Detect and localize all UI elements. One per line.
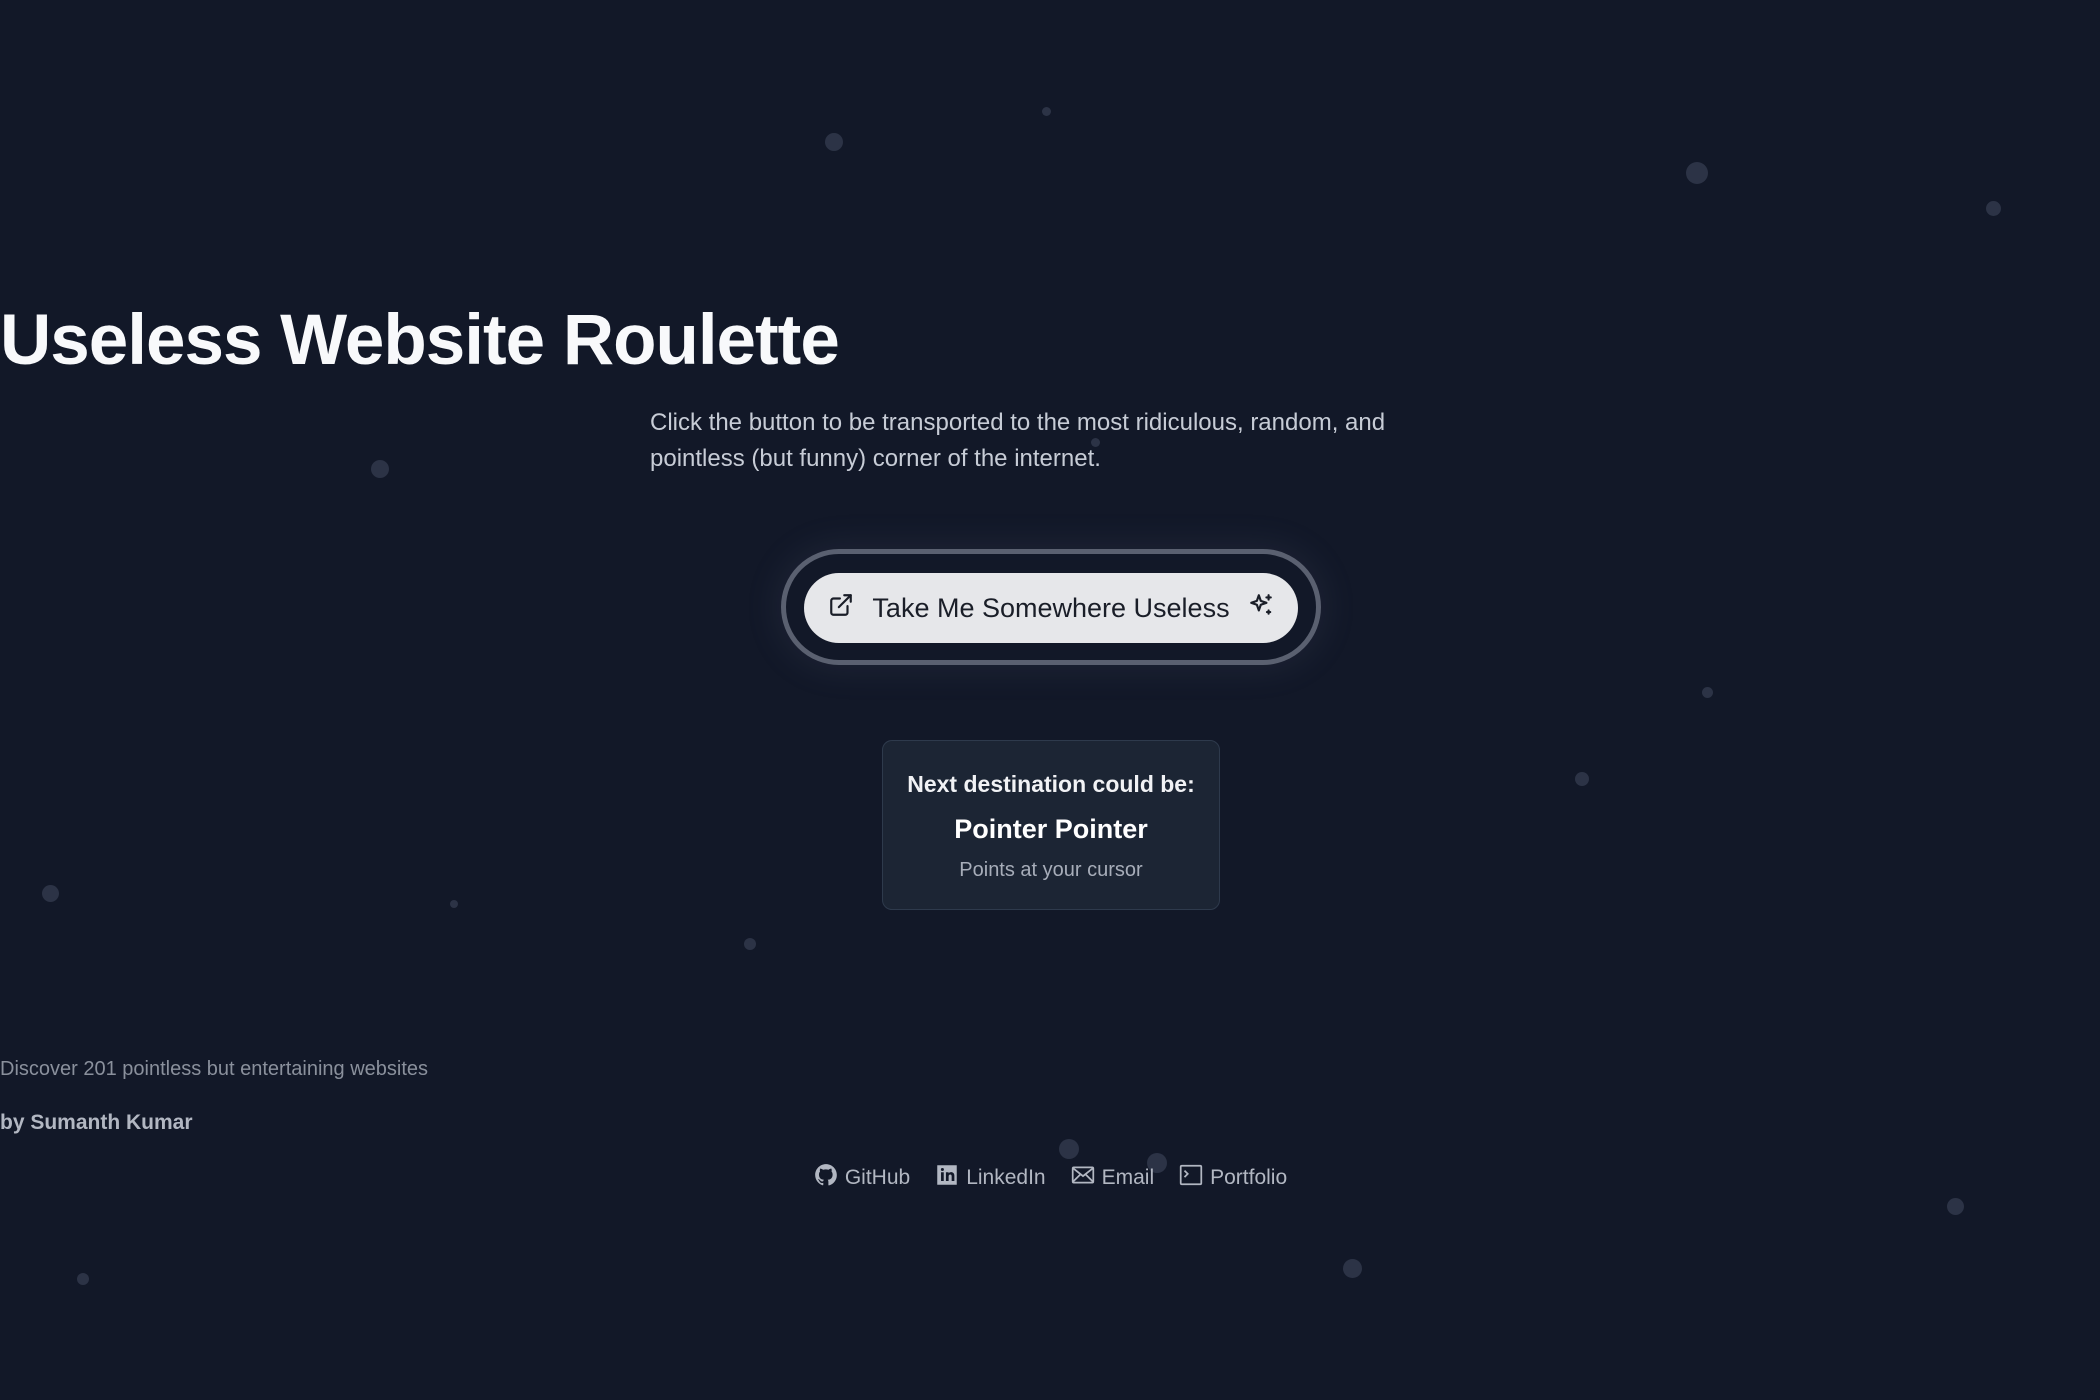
particle <box>1343 1259 1362 1278</box>
page-title: Useless Website Roulette <box>0 301 840 380</box>
particle <box>1986 201 2001 216</box>
github-label: GitHub <box>844 1166 911 1189</box>
portfolio-label: Portfolio <box>1210 1166 1288 1189</box>
email-label: Email <box>1101 1166 1155 1189</box>
site-count-text: Discover 201 pointless but entertaining … <box>0 1058 429 1080</box>
author-byline: by Sumanth Kumar <box>0 1111 193 1134</box>
sparkles-icon <box>1248 592 1274 625</box>
particle <box>77 1273 89 1285</box>
next-destination-card: Next destination could be: Pointer Point… <box>882 740 1220 910</box>
particle <box>371 460 389 478</box>
external-link-icon <box>828 592 854 625</box>
terminal-icon <box>1178 1162 1204 1194</box>
particle <box>1042 107 1051 116</box>
linkedin-icon <box>934 1162 960 1194</box>
portfolio-link[interactable]: Portfolio <box>1178 1162 1287 1194</box>
particle <box>1702 687 1713 698</box>
github-link[interactable]: GitHub <box>813 1162 910 1194</box>
social-links: GitHub LinkedIn Email Portfolio <box>0 1162 2100 1194</box>
email-link[interactable]: Email <box>1070 1162 1155 1194</box>
page-subtitle: Click the button to be transported to th… <box>650 409 1386 472</box>
particle <box>744 938 756 950</box>
particle <box>1686 162 1708 184</box>
particle <box>42 885 59 902</box>
linkedin-link[interactable]: LinkedIn <box>934 1162 1046 1194</box>
particle <box>1575 772 1589 786</box>
mail-icon <box>1070 1162 1096 1194</box>
particle <box>1947 1198 1964 1215</box>
destination-description: Points at your cursor <box>959 859 1143 881</box>
button-label: Take Me Somewhere Useless <box>872 592 1230 623</box>
github-icon <box>813 1162 839 1194</box>
card-heading: Next destination could be: <box>907 771 1195 797</box>
take-me-somewhere-button[interactable]: Take Me Somewhere Useless <box>804 573 1298 643</box>
particle <box>825 133 843 151</box>
particle <box>1059 1139 1079 1159</box>
linkedin-label: LinkedIn <box>966 1166 1046 1189</box>
destination-name: Pointer Pointer <box>954 814 1148 844</box>
particle <box>450 900 458 908</box>
page: Useless Website Roulette Click the butto… <box>0 0 2100 1400</box>
